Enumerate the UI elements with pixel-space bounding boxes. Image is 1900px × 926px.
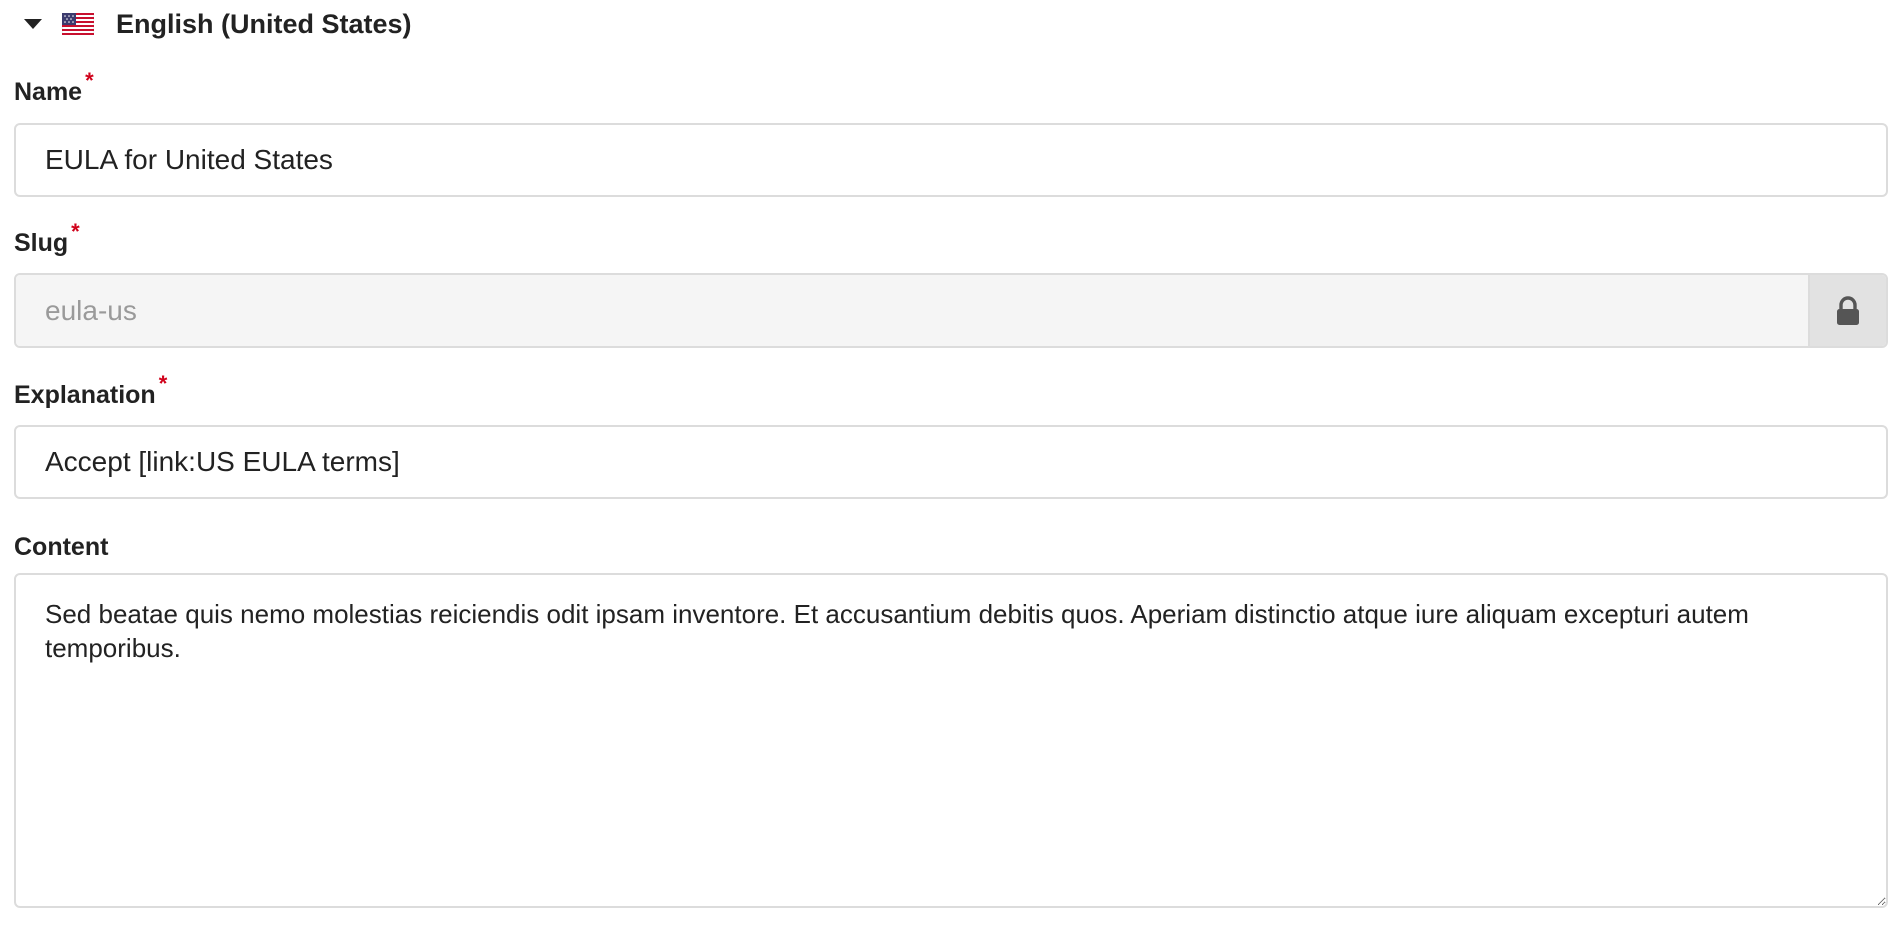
- slug-lock-button[interactable]: [1808, 275, 1886, 346]
- explanation-label-text: Explanation: [14, 381, 156, 409]
- slug-label: Slug *: [14, 219, 80, 258]
- us-flag-icon: [62, 13, 94, 35]
- name-input[interactable]: [14, 123, 1888, 197]
- content-label: Content: [14, 533, 108, 562]
- name-label-text: Name: [14, 78, 83, 106]
- locale-toggle[interactable]: English (United States): [20, 4, 412, 44]
- slug-input[interactable]: [16, 275, 1808, 346]
- content-label-text: Content: [14, 533, 109, 561]
- locale-form-panel: English (United States) Name* Slug* Expl…: [0, 0, 1900, 926]
- required-marker: *: [85, 68, 94, 93]
- explanation-label: Explanation *: [14, 371, 167, 410]
- required-marker: *: [158, 371, 168, 396]
- slug-label-text: Slug: [14, 229, 69, 257]
- locale-title: English (United States): [116, 8, 412, 39]
- name-label: Name *: [14, 68, 94, 107]
- caret-down-icon: [24, 19, 42, 29]
- explanation-input[interactable]: [14, 425, 1888, 499]
- required-marker: *: [71, 219, 80, 244]
- lock-icon: [1837, 295, 1859, 325]
- slug-input-group: [14, 273, 1888, 348]
- content-textarea[interactable]: Sed beatae quis nemo molestias reiciendi…: [14, 573, 1888, 908]
